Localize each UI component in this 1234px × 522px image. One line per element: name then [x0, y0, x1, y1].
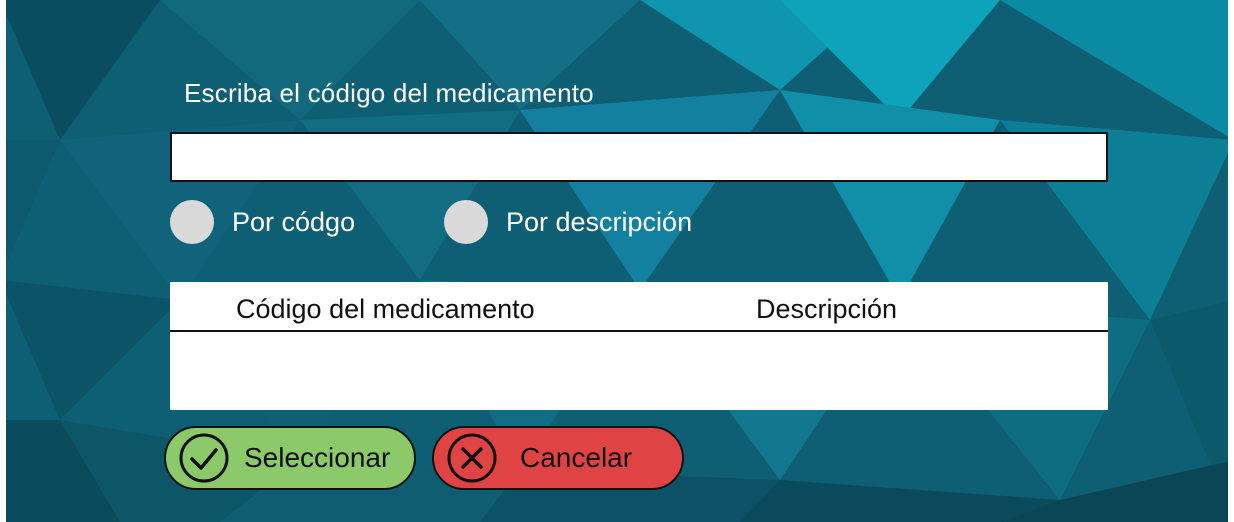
select-button-label: Seleccionar	[244, 442, 391, 473]
results-table-header: Código del medicamento Descripción	[170, 282, 1108, 332]
column-header-description: Descripción	[756, 294, 898, 324]
check-circle-icon	[179, 433, 229, 483]
radio-by-code-label: Por códgo	[232, 206, 356, 237]
radio-by-code[interactable]: Por códgo	[170, 200, 355, 244]
results-table[interactable]: Código del medicamento Descripción	[170, 282, 1108, 410]
column-header-code: Código del medicamento	[236, 294, 535, 324]
medication-code-input[interactable]	[170, 132, 1108, 182]
cancel-button[interactable]: Cancelar	[432, 426, 684, 490]
radio-by-description-circle[interactable]	[444, 200, 488, 244]
radio-by-description[interactable]: Por descripción	[444, 200, 692, 244]
frame-edge-right	[1228, 0, 1234, 522]
radio-by-code-circle[interactable]	[170, 200, 214, 244]
radio-by-description-label: Por descripción	[506, 206, 693, 237]
frame-edge-left	[0, 0, 6, 522]
x-circle-icon	[447, 433, 497, 483]
cancel-button-label: Cancelar	[520, 442, 633, 473]
select-button[interactable]: Seleccionar	[164, 426, 416, 490]
code-prompt-label: Escriba el código del medicamento	[184, 78, 594, 108]
